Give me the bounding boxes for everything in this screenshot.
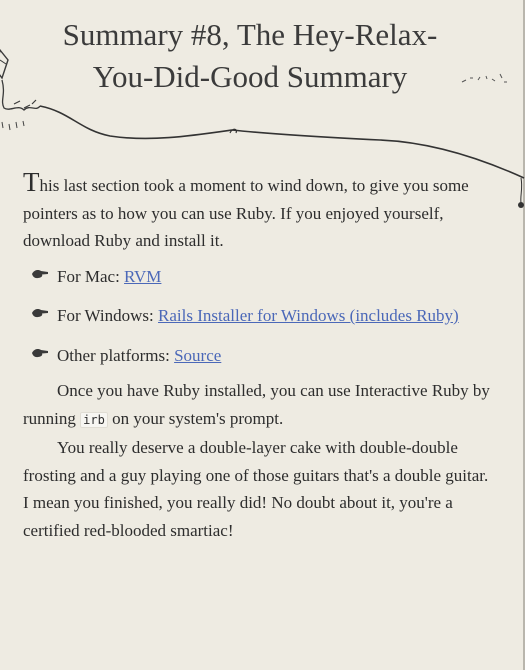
- platform-list: For Mac: RVM For Windows: Rails Installe…: [23, 263, 493, 370]
- platform-label: For Mac:: [57, 266, 125, 286]
- platform-label: For Windows:: [57, 306, 159, 325]
- list-item: For Mac: RVM: [23, 263, 493, 291]
- irb-code: irb: [80, 411, 108, 428]
- list-item: For Windows: Rails Installer for Windows…: [23, 302, 493, 330]
- hand-pointer-icon: [32, 348, 48, 357]
- rvm-link[interactable]: RVM: [124, 267, 161, 286]
- closing-paragraph: You really deserve a double-layer cake w…: [23, 438, 489, 540]
- irb-paragraph: Once you have Ruby installed, you can us…: [23, 377, 493, 434]
- rails-installer-link[interactable]: Rails Installer for Windows (includes Ru…: [158, 306, 459, 325]
- hand-pointer-icon: [32, 309, 48, 318]
- intro-text: his last section took a moment to wind d…: [23, 176, 469, 250]
- summary-content: This last section took a moment to wind …: [23, 169, 493, 544]
- intro-paragraph: This last section took a moment to wind …: [23, 169, 493, 255]
- dropcap-letter: T: [23, 167, 40, 197]
- page-title: Summary #8, The Hey-Relax- You-Did-Good …: [0, 14, 500, 98]
- list-item: Other platforms: Source: [23, 342, 493, 370]
- source-link[interactable]: Source: [174, 346, 221, 365]
- hand-pointer-icon: [32, 269, 48, 278]
- irb-text-after: on your system's prompt.: [107, 408, 284, 428]
- title-line-1: Summary #8, The Hey-Relax-: [62, 17, 438, 52]
- platform-label: Other platforms:: [57, 345, 175, 365]
- title-line-2: You-Did-Good Summary: [92, 59, 408, 94]
